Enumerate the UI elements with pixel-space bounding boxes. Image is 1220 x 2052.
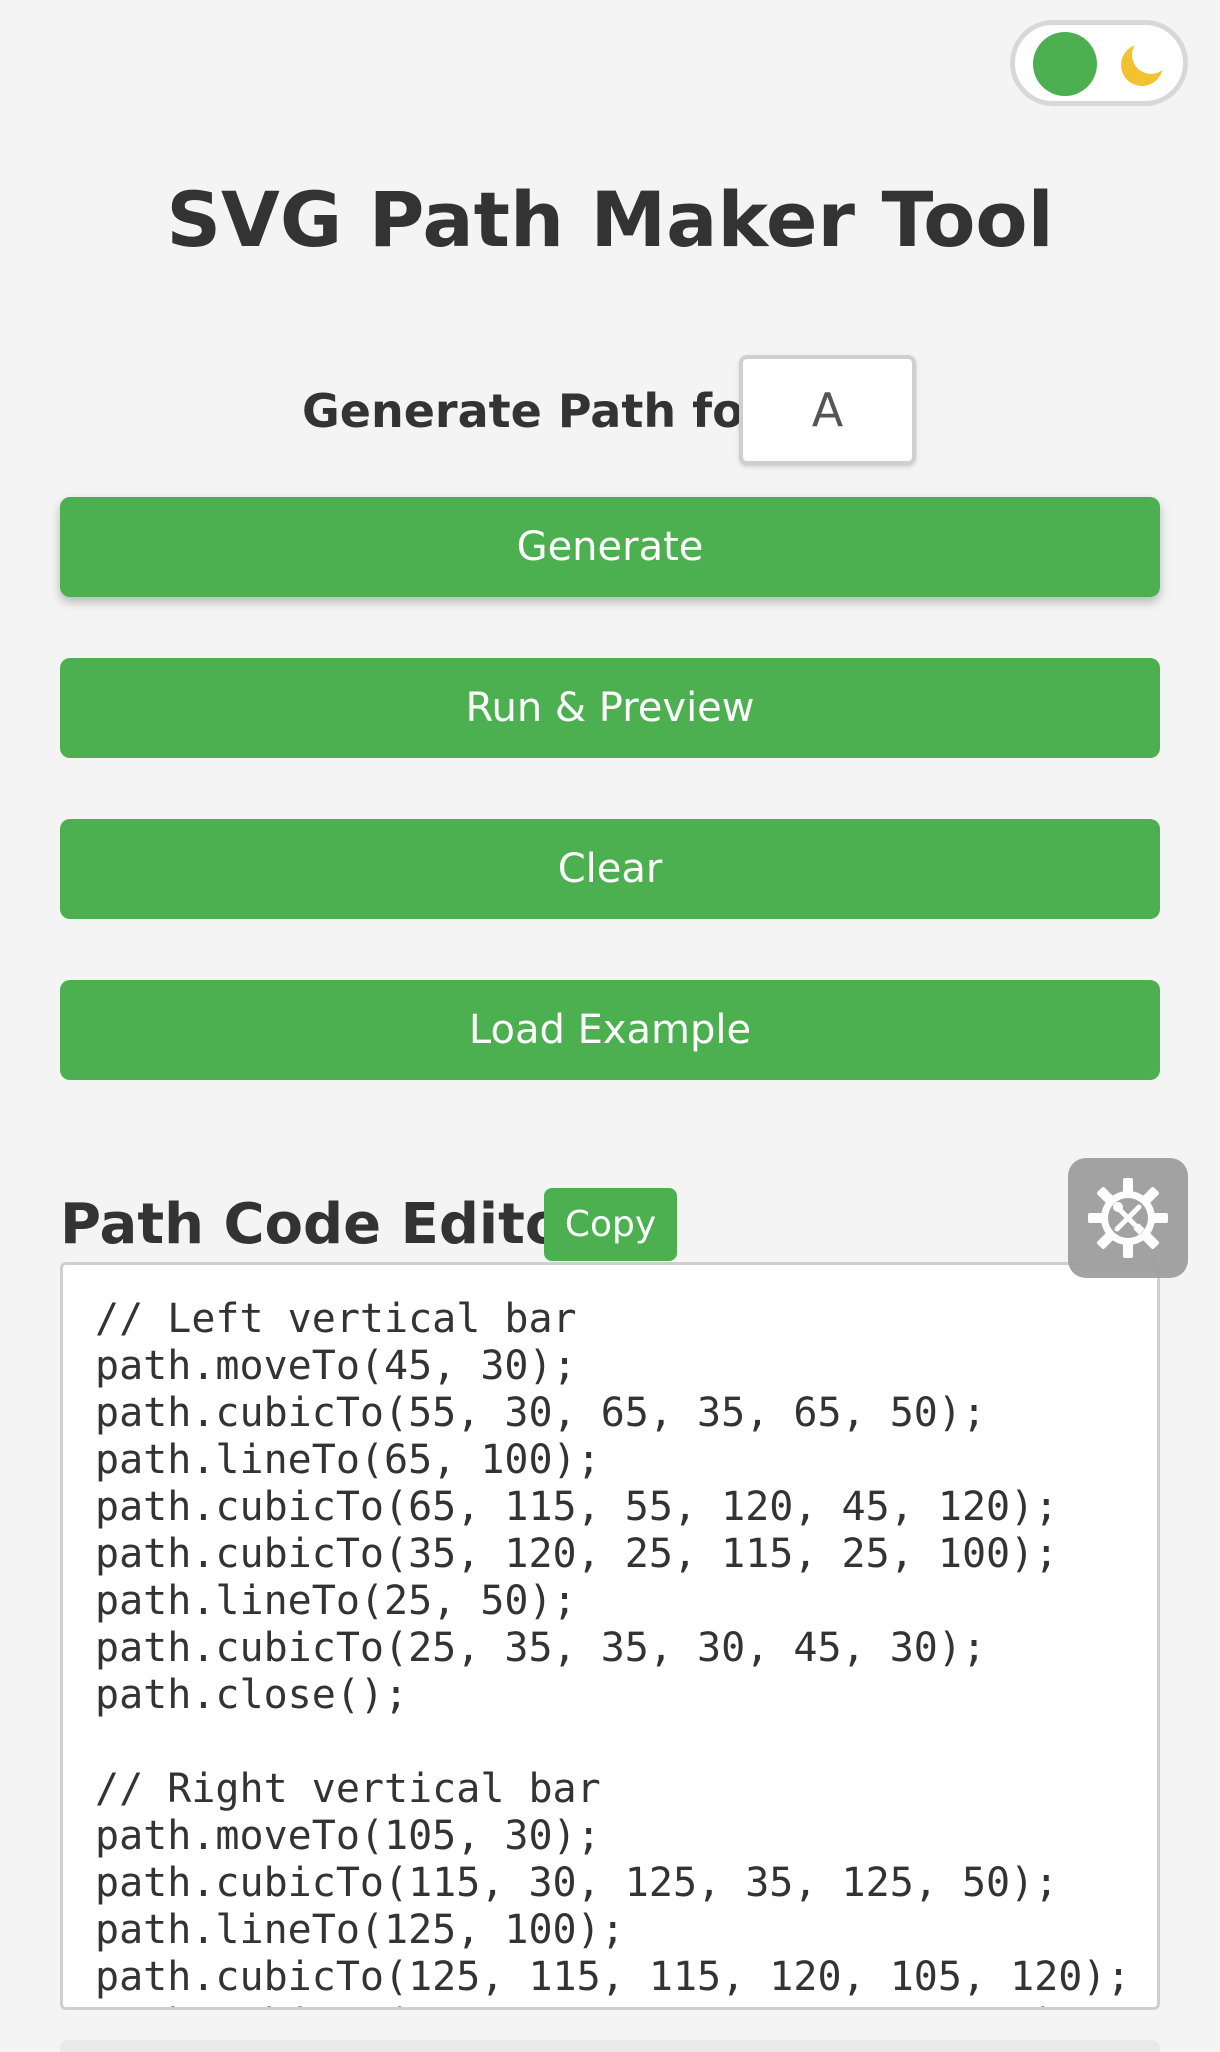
- code-line: path.cubicTo(125, 115, 115, 120, 105, 12…: [95, 1954, 1131, 2000]
- clear-button[interactable]: Clear: [60, 819, 1160, 919]
- code-line: path.cubicTo(115, 30, 125, 35, 125, 50);: [95, 1860, 1059, 1906]
- run-preview-button[interactable]: Run & Preview: [60, 658, 1160, 758]
- code-line: path.moveTo(105, 30);: [95, 1813, 601, 1859]
- code-line: path.lineTo(125, 100);: [95, 1907, 625, 1953]
- code-editor[interactable]: // Left vertical bar path.moveTo(45, 30)…: [60, 1262, 1160, 2010]
- character-input[interactable]: [739, 355, 916, 465]
- toggle-knob: [1033, 32, 1097, 96]
- code-line: path.lineTo(65, 100);: [95, 1437, 601, 1483]
- settings-button[interactable]: [1068, 1158, 1188, 1278]
- load-example-button[interactable]: Load Example: [60, 980, 1160, 1080]
- generate-row: Generate Path for:: [0, 355, 1220, 465]
- code-line: path.lineTo(25, 50);: [95, 1578, 577, 1624]
- code-line: // Right vertical bar: [95, 1766, 601, 1812]
- code-line: path.cubicTo(105, 120, 95, 115, 95, 100)…: [95, 2001, 1157, 2007]
- code-line: path.cubicTo(55, 30, 65, 35, 65, 50);: [95, 1390, 987, 1436]
- code-line: path.cubicTo(25, 35, 35, 30, 45, 30);: [95, 1625, 987, 1671]
- generate-button[interactable]: Generate: [60, 497, 1160, 597]
- bottom-panel-edge: [60, 2040, 1160, 2052]
- generate-label: Generate Path for:: [302, 384, 785, 438]
- gear-icon: [1088, 1178, 1168, 1258]
- code-line: path.cubicTo(65, 115, 55, 120, 45, 120);: [95, 1484, 1059, 1530]
- moon-icon: [1121, 44, 1163, 86]
- code-line: path.cubicTo(35, 120, 25, 115, 25, 100);: [95, 1531, 1059, 1577]
- page: SVG Path Maker Tool Generate Path for: G…: [0, 0, 1220, 2052]
- copy-button[interactable]: Copy: [544, 1188, 677, 1261]
- code-line: path.close();: [95, 1672, 409, 1718]
- code-line: // Left vertical bar: [95, 1296, 577, 1342]
- page-title: SVG Path Maker Tool: [166, 175, 1054, 264]
- theme-toggle[interactable]: [1010, 20, 1188, 106]
- code-line: path.moveTo(45, 30);: [95, 1343, 577, 1389]
- editor-heading: Path Code Editor: [60, 1192, 591, 1257]
